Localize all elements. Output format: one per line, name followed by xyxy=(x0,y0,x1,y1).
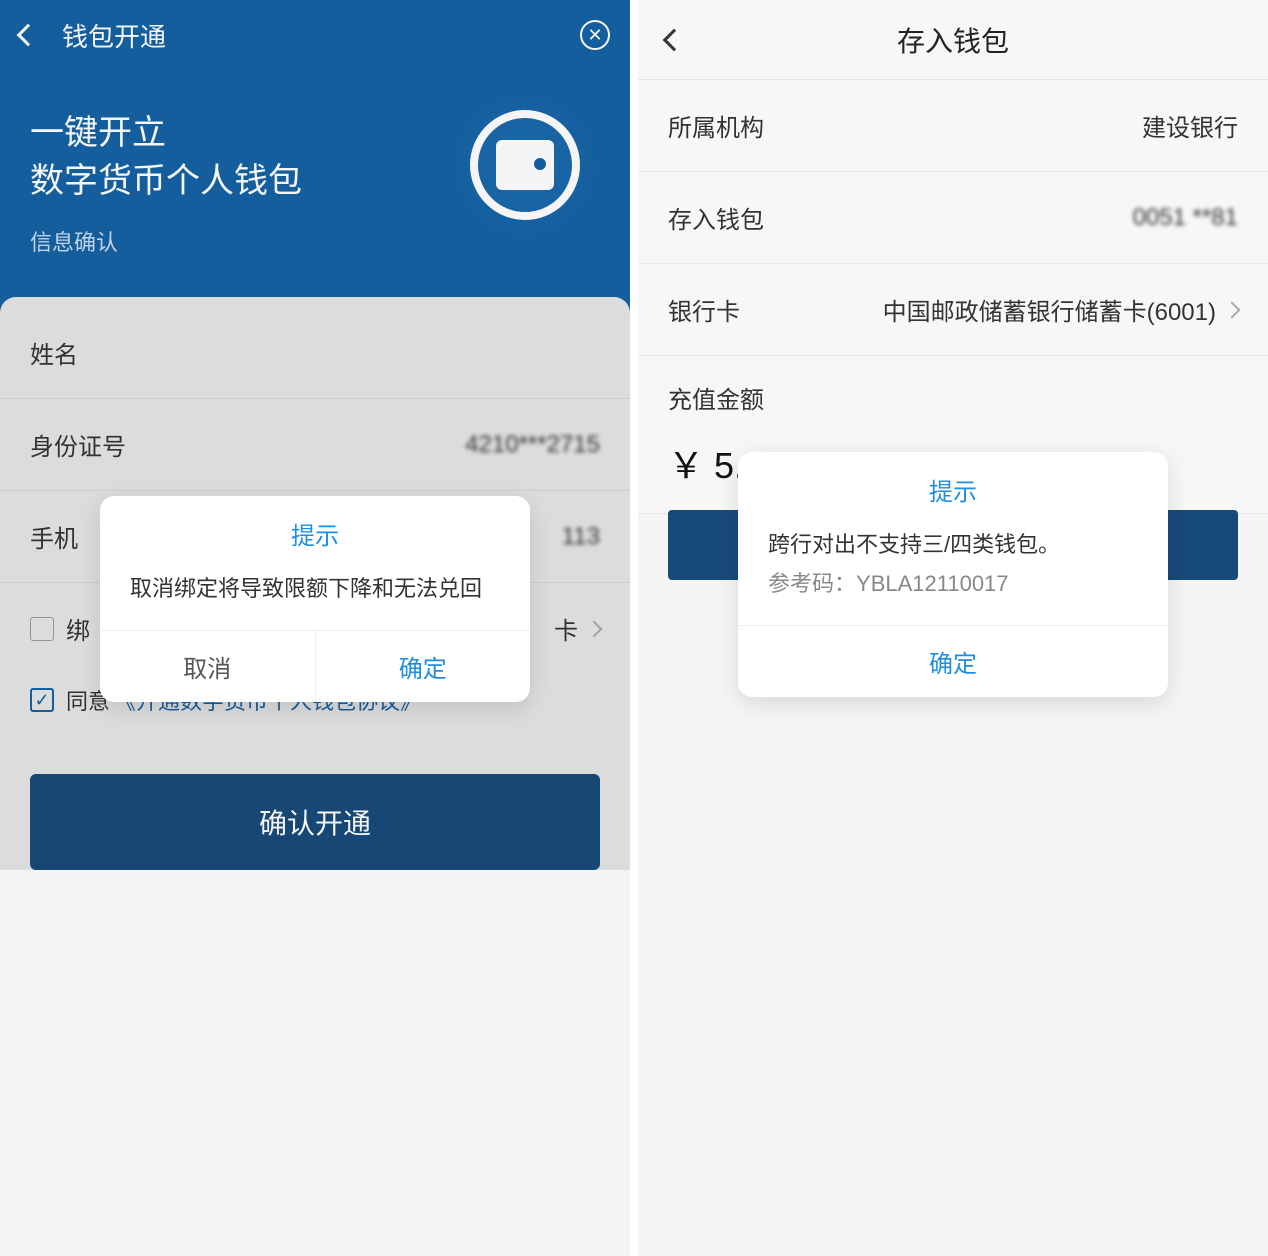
back-icon[interactable] xyxy=(17,24,40,47)
header-bar: 钱包开通 ✕ xyxy=(0,0,630,70)
back-icon[interactable] xyxy=(663,28,686,51)
row-org: 所属机构 建设银行 xyxy=(638,80,1268,172)
phone-value: 113 xyxy=(562,523,600,551)
checkbox-unchecked-icon[interactable] xyxy=(30,617,54,641)
modal-body: 跨行对出不支持三/四类钱包。 参考码：YBLA12110017 xyxy=(738,521,1168,625)
row-wallet[interactable]: 存入钱包 0051 **81 xyxy=(638,172,1268,264)
card-right: 中国邮政储蓄银行储蓄卡(6001) xyxy=(883,292,1238,327)
header-title: 存入钱包 xyxy=(897,20,1009,60)
phone-label: 手机 xyxy=(30,519,78,554)
wallet-label: 存入钱包 xyxy=(668,200,764,235)
row-name[interactable]: 姓名 xyxy=(0,307,630,399)
org-value: 建设银行 xyxy=(1142,108,1238,143)
confirm-open-button[interactable]: 确认开通 xyxy=(30,774,600,870)
id-value: 4210***2715 xyxy=(465,431,600,459)
modal-title: 提示 xyxy=(100,496,530,565)
header-bar: 存入钱包 xyxy=(638,0,1268,80)
ref-value: YBLA12110017 xyxy=(856,571,1009,596)
row-card[interactable]: 银行卡 中国邮政储蓄银行储蓄卡(6001) xyxy=(638,264,1268,356)
modal-ref: 参考码：YBLA12110017 xyxy=(768,566,1138,601)
wallet-value: 0051 **81 xyxy=(1133,204,1238,232)
modal-actions: 取消 确定 xyxy=(100,630,530,702)
cancel-button[interactable]: 取消 xyxy=(100,631,316,702)
modal-body: 取消绑定将导致限额下降和无法兑回 xyxy=(100,565,530,630)
bind-label: 绑 xyxy=(66,611,90,646)
modal-message: 跨行对出不支持三/四类钱包。 xyxy=(768,527,1138,562)
wallet-icon xyxy=(496,140,554,190)
wallet-badge xyxy=(450,90,600,240)
modal-tip: 提示 取消绑定将导致限额下降和无法兑回 取消 确定 xyxy=(100,496,530,702)
org-label: 所属机构 xyxy=(668,108,764,143)
ok-button[interactable]: 确定 xyxy=(738,626,1168,697)
modal-tip: 提示 跨行对出不支持三/四类钱包。 参考码：YBLA12110017 确定 xyxy=(738,452,1168,697)
card-value: 中国邮政储蓄银行储蓄卡(6001) xyxy=(883,292,1216,327)
chevron-right-icon xyxy=(586,620,603,637)
row-id[interactable]: 身份证号 4210***2715 xyxy=(0,399,630,491)
ref-label: 参考码： xyxy=(768,571,856,596)
amount-label: 充值金额 xyxy=(638,356,1268,427)
hero-banner: 一键开立 数字货币个人钱包 信息确认 xyxy=(0,70,630,317)
modal-title: 提示 xyxy=(738,452,1168,521)
modal-actions: 确定 xyxy=(738,625,1168,697)
header-title: 钱包开通 xyxy=(62,17,166,54)
wallet-ring-icon xyxy=(470,110,580,220)
card-label: 银行卡 xyxy=(668,292,740,327)
close-icon[interactable]: ✕ xyxy=(580,20,610,50)
chevron-right-icon xyxy=(1224,301,1241,318)
id-label: 身份证号 xyxy=(30,427,126,462)
name-label: 姓名 xyxy=(30,335,78,370)
screen-wallet-open: 钱包开通 ✕ 一键开立 数字货币个人钱包 信息确认 姓名 身份证号 4210**… xyxy=(0,0,634,1256)
checkbox-checked-icon[interactable]: ✓ xyxy=(30,688,54,712)
ok-button[interactable]: 确定 xyxy=(316,631,531,702)
screen-deposit: 存入钱包 所属机构 建设银行 存入钱包 0051 **81 银行卡 中国邮政储蓄… xyxy=(634,0,1268,1256)
bind-suffix: 卡 xyxy=(554,611,578,646)
